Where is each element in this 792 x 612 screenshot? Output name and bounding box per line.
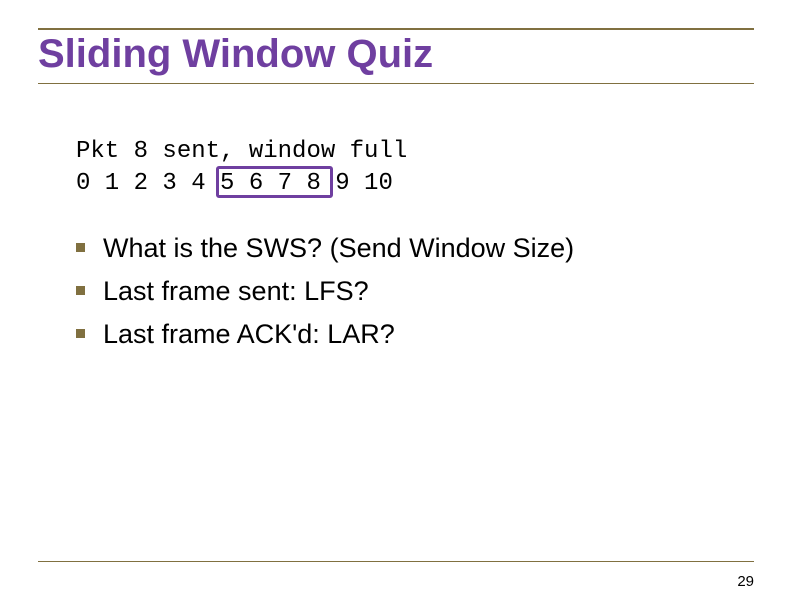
- bullet-icon: [76, 329, 85, 338]
- mono-line-2: 0 1 2 3 4 5 6 7 8 9 10: [76, 168, 754, 200]
- list-item: Last frame ACK'd: LAR?: [76, 317, 754, 352]
- slide: Sliding Window Quiz Pkt 8 sent, window f…: [0, 0, 792, 612]
- bullet-icon: [76, 243, 85, 252]
- packet-diagram: Pkt 8 sent, window full 0 1 2 3 4 5 6 7 …: [76, 136, 754, 201]
- bullet-icon: [76, 286, 85, 295]
- page-number: 29: [737, 573, 754, 590]
- list-item: Last frame sent: LFS?: [76, 274, 754, 309]
- bullet-text: What is the SWS? (Send Window Size): [103, 231, 574, 266]
- bullet-list: What is the SWS? (Send Window Size) Last…: [76, 231, 754, 352]
- bullet-text: Last frame sent: LFS?: [103, 274, 369, 309]
- footer-rule: [38, 561, 754, 562]
- mono-line-1: Pkt 8 sent, window full: [76, 136, 754, 168]
- top-rule: [38, 28, 754, 30]
- bullet-text: Last frame ACK'd: LAR?: [103, 317, 395, 352]
- content-area: Pkt 8 sent, window full 0 1 2 3 4 5 6 7 …: [38, 84, 754, 352]
- list-item: What is the SWS? (Send Window Size): [76, 231, 754, 266]
- slide-title: Sliding Window Quiz: [38, 32, 754, 77]
